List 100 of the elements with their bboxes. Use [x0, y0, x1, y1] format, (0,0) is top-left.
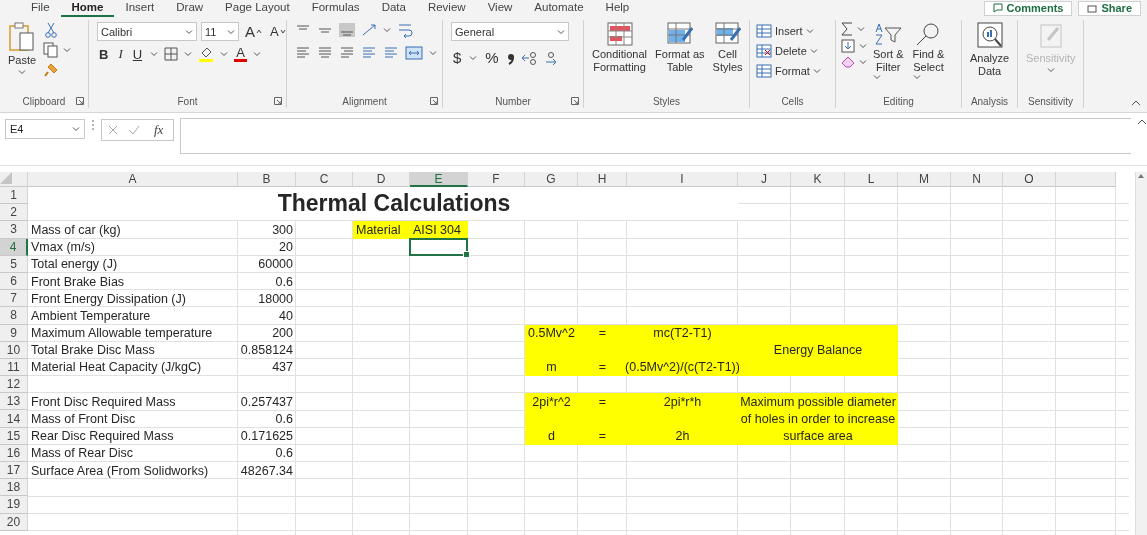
row-header[interactable]: 18 [0, 479, 28, 497]
check-icon[interactable] [128, 125, 140, 135]
font-name-field[interactable]: Calibri [97, 22, 197, 41]
cells-button[interactable]: Format [756, 62, 821, 80]
sum-icon[interactable] [841, 22, 853, 36]
ribbon-tab[interactable]: Draw [165, 0, 215, 17]
row-header[interactable]: 8 [0, 307, 28, 325]
styles-button[interactable]: Conditional Formatting [589, 22, 651, 74]
cell-styles-icon[interactable] [714, 22, 741, 46]
table-icon[interactable] [666, 22, 693, 46]
row-header[interactable]: 3 [0, 221, 28, 239]
align-icon[interactable] [339, 23, 355, 37]
fill-down-icon[interactable] [841, 39, 855, 53]
ribbon-tab[interactable]: File [20, 0, 61, 17]
column-header[interactable]: K [791, 172, 845, 187]
row-header[interactable]: 19 [0, 496, 28, 514]
collapse-ribbon-icon[interactable] [1131, 100, 1141, 106]
sort-filter-icon[interactable] [873, 22, 904, 46]
column-header[interactable]: M [898, 172, 951, 187]
selected-cell[interactable] [409, 237, 468, 256]
share-button[interactable]: Share [1078, 0, 1141, 16]
row-header[interactable]: 2 [0, 204, 28, 222]
ribbon-tab[interactable]: Page Layout [214, 0, 301, 17]
font-size-field[interactable]: 11 [201, 22, 239, 41]
orientation-icon[interactable] [361, 23, 377, 37]
percent-button[interactable]: % [483, 49, 501, 66]
share-icon[interactable] [1087, 3, 1098, 13]
scroll-up-icon[interactable] [1136, 172, 1146, 180]
wrap-text-icon[interactable] [397, 22, 413, 38]
column-header[interactable]: E [410, 172, 468, 187]
dialog-launcher-icon[interactable] [274, 97, 282, 105]
column-header[interactable]: C [296, 172, 353, 187]
close-icon[interactable] [108, 125, 118, 135]
column-header[interactable]: G [525, 172, 578, 187]
copy-icon[interactable] [43, 42, 60, 58]
fill-color-icon[interactable] [198, 46, 215, 62]
column-header[interactable]: A [28, 172, 238, 187]
underline-button[interactable]: U [130, 46, 145, 62]
align-icon[interactable] [295, 46, 311, 60]
cells-button[interactable]: Insert [756, 22, 814, 40]
analyze-data-button[interactable]: Analyze Data [967, 22, 1013, 78]
column-header[interactable]: L [845, 172, 898, 187]
expand-formula-icon[interactable] [1137, 119, 1147, 125]
analyze-data-icon[interactable] [976, 22, 1003, 50]
column-header[interactable]: N [951, 172, 1003, 187]
scissors-icon[interactable] [43, 22, 60, 38]
styles-button[interactable]: Format as Table [652, 22, 708, 74]
dialog-launcher-icon[interactable] [430, 97, 438, 105]
more-icon[interactable] [91, 119, 95, 131]
italic-button[interactable]: I [116, 46, 125, 62]
ribbon-tab[interactable]: View [476, 0, 524, 17]
align-icon[interactable] [339, 46, 355, 60]
comment-icon[interactable] [992, 3, 1003, 13]
row-header[interactable]: 1 [0, 187, 28, 205]
delete-cells-icon[interactable] [756, 44, 772, 58]
merge-icon[interactable] [405, 46, 423, 60]
column-header[interactable]: J [738, 172, 791, 187]
indent-icon[interactable] [383, 46, 399, 60]
indent-icon[interactable] [361, 46, 377, 60]
row-header[interactable]: 13 [0, 393, 28, 411]
dialog-launcher-icon[interactable] [571, 97, 579, 105]
insert-cells-icon[interactable] [756, 24, 772, 38]
row-header[interactable]: 7 [0, 290, 28, 308]
ribbon-tab[interactable]: Insert [114, 0, 166, 17]
row-header[interactable]: 12 [0, 376, 28, 394]
ribbon-tab[interactable]: Help [594, 0, 641, 17]
ribbon-tab[interactable]: Data [370, 0, 417, 17]
number-format-field[interactable]: General [451, 22, 569, 41]
comments-button[interactable]: Comments [983, 0, 1073, 16]
ribbon-tab[interactable]: Formulas [300, 0, 371, 17]
ribbon-tab[interactable]: Automate [523, 0, 595, 17]
insert-function-button[interactable]: fx [150, 122, 168, 138]
caret-icon[interactable] [279, 29, 286, 34]
format-painter-icon[interactable] [43, 62, 60, 78]
row-header[interactable]: 14 [0, 410, 28, 428]
column-header[interactable]: D [353, 172, 410, 187]
eraser-icon[interactable] [841, 56, 855, 68]
styles-button[interactable]: Cell Styles [709, 22, 746, 74]
row-header[interactable]: 17 [0, 462, 28, 480]
align-icon[interactable] [317, 46, 333, 60]
search-icon[interactable] [915, 22, 942, 46]
ribbon-tab[interactable]: Review [416, 0, 477, 17]
column-header[interactable]: B [238, 172, 296, 187]
bold-button[interactable]: B [97, 46, 111, 62]
column-header[interactable]: O [1003, 172, 1056, 187]
increase-decimal-icon[interactable] [520, 50, 539, 65]
caret-up-icon[interactable] [256, 29, 262, 34]
find-select-button[interactable]: Find & Select [909, 22, 948, 80]
name-box[interactable]: E4 [5, 119, 85, 139]
sort-filter-button[interactable]: Sort & Filter [870, 22, 907, 80]
format-cells-icon[interactable] [756, 64, 772, 78]
select-all-icon[interactable] [0, 172, 12, 184]
conditional-formatting-icon[interactable] [606, 22, 633, 46]
column-header[interactable]: F [468, 172, 525, 187]
formula-input[interactable] [180, 118, 1131, 154]
paste-button[interactable]: Paste [5, 22, 40, 75]
currency-button[interactable]: $ [451, 49, 464, 66]
column-header[interactable]: H [578, 172, 627, 187]
shrink-font-button[interactable]: A [268, 24, 288, 39]
grow-font-button[interactable]: A [243, 23, 264, 40]
